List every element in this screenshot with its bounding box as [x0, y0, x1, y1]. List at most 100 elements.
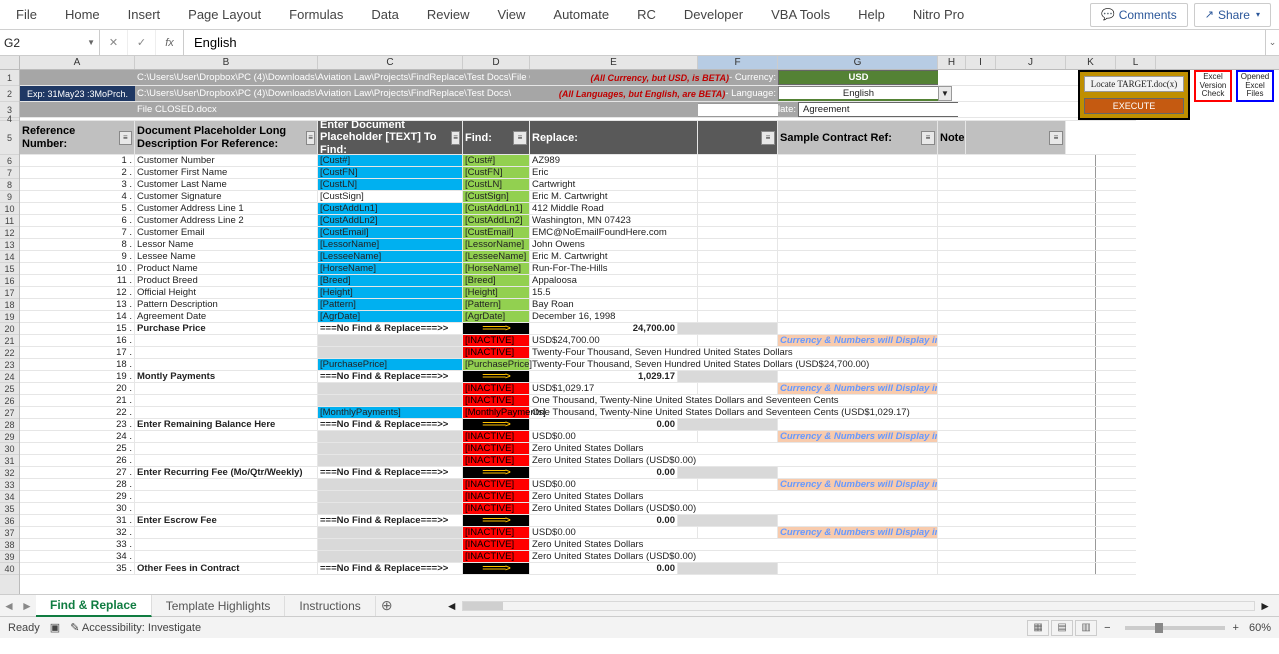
- ribbon-insert[interactable]: Insert: [114, 1, 175, 28]
- row-header[interactable]: 13: [0, 239, 19, 251]
- path-cell[interactable]: File CLOSED.docx: [135, 102, 530, 117]
- excel-version-check-button[interactable]: Excel Version Check: [1194, 70, 1232, 102]
- row-header[interactable]: 18: [0, 299, 19, 311]
- sheet-area[interactable]: C:\Users\User\Dropbox\PC (4)\Downloads\A…: [20, 70, 1279, 594]
- row-header[interactable]: 26: [0, 395, 19, 407]
- tab-next-icon[interactable]: ►: [18, 599, 36, 613]
- table-row[interactable]: 6 . Customer Address Line 2 [CustAddLn2]…: [20, 215, 1136, 227]
- row-header[interactable]: 21: [0, 335, 19, 347]
- table-row[interactable]: 30 . [INACTIVE] Zero United States Dolla…: [20, 503, 1136, 515]
- table-row[interactable]: 12 . Official Height [Height] [Height] 1…: [20, 287, 1136, 299]
- table-row[interactable]: 23 . Enter Remaining Balance Here ===No …: [20, 419, 1136, 431]
- scroll-left-icon[interactable]: ◄: [446, 599, 458, 613]
- hdr-notes[interactable]: Notes:: [938, 121, 966, 154]
- filter-icon[interactable]: ≡: [921, 131, 935, 145]
- macro-icon[interactable]: ▣: [50, 621, 60, 634]
- filter-icon[interactable]: ≡: [451, 131, 460, 145]
- zoom-level[interactable]: 60%: [1249, 622, 1271, 634]
- table-row[interactable]: 31 . Enter Escrow Fee ===No Find & Repla…: [20, 515, 1136, 527]
- table-row[interactable]: 22 . [MonthlyPayments] [MonthlyPayments]…: [20, 407, 1136, 419]
- hdr-description[interactable]: Document Placeholder Long Description Fo…: [135, 121, 318, 154]
- row-header[interactable]: 38: [0, 539, 19, 551]
- hdr-find[interactable]: Find:≡: [463, 121, 530, 154]
- col-header-e[interactable]: E: [530, 56, 698, 69]
- col-header-c[interactable]: C: [318, 56, 463, 69]
- row-header[interactable]: 27: [0, 407, 19, 419]
- ribbon-review[interactable]: Review: [413, 1, 484, 28]
- table-row[interactable]: 24 . [INACTIVE] USD$0.00 Currency & Numb…: [20, 431, 1136, 443]
- filter-icon[interactable]: ≡: [513, 131, 527, 145]
- view-normal-icon[interactable]: ▦: [1027, 620, 1049, 636]
- row-header[interactable]: 35: [0, 503, 19, 515]
- table-row[interactable]: 8 . Lessor Name [LessorName] [LessorName…: [20, 239, 1136, 251]
- table-row[interactable]: 20 . [INACTIVE] USD$1,029.17 Currency & …: [20, 383, 1136, 395]
- ribbon-automate[interactable]: Automate: [539, 1, 623, 28]
- hdr-replace[interactable]: Replace:: [530, 121, 698, 154]
- ribbon-help[interactable]: Help: [844, 1, 899, 28]
- language-dropdown[interactable]: English: [778, 86, 938, 101]
- ribbon-rc[interactable]: RC: [623, 1, 670, 28]
- path-cell[interactable]: C:\Users\User\Dropbox\PC (4)\Downloads\A…: [135, 70, 530, 85]
- table-row[interactable]: 15 . Purchase Price ===No Find & Replace…: [20, 323, 1136, 335]
- tab-template-highlights[interactable]: Template Highlights: [152, 596, 286, 616]
- locate-target-button[interactable]: Locate TARGET.doc(x): [1084, 76, 1184, 92]
- hdr-reference[interactable]: Reference Number:≡: [20, 121, 135, 154]
- share-button[interactable]: ↗Share▾: [1194, 3, 1271, 27]
- horizontal-scrollbar[interactable]: ◄ ►: [438, 599, 1279, 613]
- filter-icon[interactable]: ≡: [306, 131, 315, 145]
- row-header[interactable]: 8: [0, 179, 19, 191]
- row-header[interactable]: 37: [0, 527, 19, 539]
- table-row[interactable]: 17 . [INACTIVE] Twenty-Four Thousand, Se…: [20, 347, 1136, 359]
- col-header-j[interactable]: J: [996, 56, 1066, 69]
- table-row[interactable]: 33 . [INACTIVE] Zero United States Dolla…: [20, 539, 1136, 551]
- col-header-a[interactable]: A: [20, 56, 135, 69]
- row-header[interactable]: 17: [0, 287, 19, 299]
- ribbon-view[interactable]: View: [483, 1, 539, 28]
- clear-highlighter-button[interactable]: Clear Highlighter: [698, 102, 778, 117]
- row-header[interactable]: 22: [0, 347, 19, 359]
- dropdown-arrow-icon[interactable]: ▼: [938, 86, 952, 101]
- table-row[interactable]: 11 . Product Breed [Breed] [Breed] Appal…: [20, 275, 1136, 287]
- expand-formula-icon[interactable]: ⌄: [1265, 30, 1279, 55]
- ribbon-data[interactable]: Data: [357, 1, 412, 28]
- row-header[interactable]: 2: [0, 86, 19, 102]
- ribbon-nitro[interactable]: Nitro Pro: [899, 1, 978, 28]
- col-header-l[interactable]: L: [1116, 56, 1156, 69]
- filter-icon[interactable]: ≡: [761, 131, 775, 145]
- ribbon-developer[interactable]: Developer: [670, 1, 757, 28]
- table-row[interactable]: 21 . [INACTIVE] One Thousand, Twenty-Nin…: [20, 395, 1136, 407]
- row-header[interactable]: 40: [0, 563, 19, 575]
- row-header[interactable]: 33: [0, 479, 19, 491]
- zoom-slider[interactable]: [1125, 626, 1225, 630]
- view-pagelayout-icon[interactable]: ▤: [1051, 620, 1073, 636]
- currency-value[interactable]: USD: [778, 70, 938, 85]
- table-row[interactable]: 13 . Pattern Description [Pattern] [Patt…: [20, 299, 1136, 311]
- ribbon-vbatools[interactable]: VBA Tools: [757, 1, 844, 28]
- path-cell[interactable]: C:\Users\User\Dropbox\PC (4)\Downloads\A…: [135, 86, 530, 101]
- name-box[interactable]: G2▼: [0, 30, 100, 55]
- hdr-placeholder[interactable]: Enter Document Placeholder [TEXT] To Fin…: [318, 121, 463, 154]
- table-row[interactable]: 25 . [INACTIVE] Zero United States Dolla…: [20, 443, 1136, 455]
- col-header-g[interactable]: G: [778, 56, 938, 69]
- ribbon-pagelayout[interactable]: Page Layout: [174, 1, 275, 28]
- col-header-i[interactable]: I: [966, 56, 996, 69]
- table-row[interactable]: 28 . [INACTIVE] USD$0.00 Currency & Numb…: [20, 479, 1136, 491]
- hdr-sample[interactable]: Sample Contract Ref:≡: [778, 121, 938, 154]
- table-row[interactable]: 16 . [INACTIVE] USD$24,700.00 Currency &…: [20, 335, 1136, 347]
- table-row[interactable]: 29 . [INACTIVE] Zero United States Dolla…: [20, 491, 1136, 503]
- table-row[interactable]: 9 . Lessee Name [LesseeName] [LesseeName…: [20, 251, 1136, 263]
- row-header[interactable]: 24: [0, 371, 19, 383]
- chevron-down-icon[interactable]: ▼: [87, 38, 95, 47]
- col-header-b[interactable]: B: [135, 56, 318, 69]
- cancel-icon[interactable]: ✕: [100, 30, 128, 55]
- table-row[interactable]: 35 . Other Fees in Contract ===No Find &…: [20, 563, 1136, 575]
- row-header[interactable]: 34: [0, 491, 19, 503]
- row-header[interactable]: 11: [0, 215, 19, 227]
- table-row[interactable]: 27 . Enter Recurring Fee (Mo/Qtr/Weekly)…: [20, 467, 1136, 479]
- comments-button[interactable]: 💬Comments: [1090, 3, 1188, 27]
- tab-prev-icon[interactable]: ◄: [0, 599, 18, 613]
- table-row[interactable]: 18 . [PurchasePrice] [PurchasePrice] Twe…: [20, 359, 1136, 371]
- ribbon-file[interactable]: File: [2, 1, 51, 28]
- row-header[interactable]: 30: [0, 443, 19, 455]
- ribbon-home[interactable]: Home: [51, 1, 114, 28]
